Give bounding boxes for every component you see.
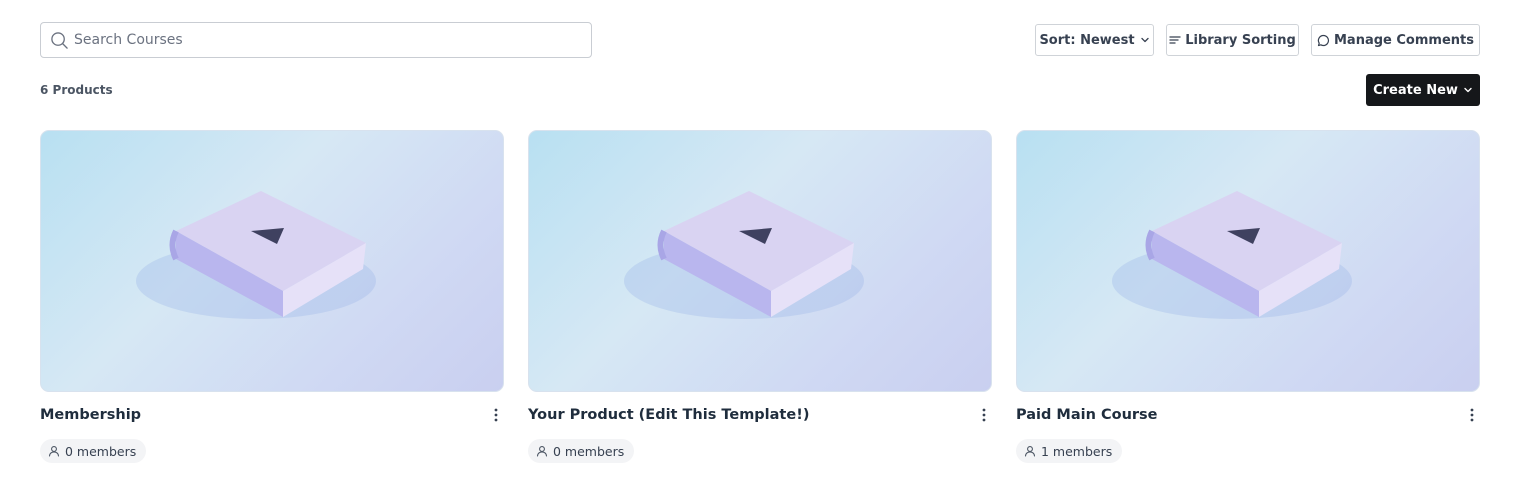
sort-button[interactable]: Sort: Newest: [1035, 24, 1154, 56]
more-vertical-icon[interactable]: [1464, 405, 1480, 425]
members-badge: 0 members: [528, 439, 635, 463]
products-page: Sort: Newest Library Sorting Manage Comm…: [0, 0, 1514, 477]
members-badge: 1 members: [1016, 439, 1123, 463]
search-icon: [51, 31, 68, 49]
chat-bubble-icon: [1317, 34, 1330, 46]
chevron-down-icon: [1140, 37, 1149, 43]
user-icon: [48, 446, 60, 457]
user-icon: [536, 446, 548, 457]
product-count: 6 Products: [40, 83, 113, 97]
card-title-row: Paid Main Course: [1016, 405, 1480, 425]
members-badge: 0 members: [40, 439, 147, 463]
product-thumbnail[interactable]: [528, 130, 992, 392]
product-title[interactable]: Your Product (Edit This Template!): [528, 407, 809, 423]
product-title[interactable]: Paid Main Course: [1016, 407, 1158, 423]
members-count: 0 members: [65, 443, 137, 459]
sort-label: Sort: Newest: [1039, 32, 1135, 48]
search-box[interactable]: [40, 22, 592, 58]
book-illustration: [624, 191, 864, 319]
card-title-row: Membership: [40, 405, 504, 425]
members-count: 1 members: [1041, 443, 1113, 459]
more-vertical-icon[interactable]: [488, 405, 504, 425]
members-count: 0 members: [553, 443, 625, 459]
chevron-down-icon: [1464, 87, 1472, 93]
manage-comments-label: Manage Comments: [1334, 32, 1474, 48]
user-icon: [1024, 446, 1036, 457]
list-lines-icon: [1169, 36, 1181, 44]
library-sorting-label: Library Sorting: [1185, 32, 1296, 48]
product-thumbnail[interactable]: [1016, 130, 1480, 392]
more-vertical-icon[interactable]: [976, 405, 992, 425]
card-title-row: Your Product (Edit This Template!): [528, 405, 992, 425]
create-new-label: Create New: [1373, 82, 1458, 98]
library-sorting-button[interactable]: Library Sorting: [1166, 24, 1299, 56]
book-illustration: [1112, 191, 1352, 319]
search-input[interactable]: [74, 32, 554, 48]
book-illustration: [136, 191, 376, 319]
manage-comments-button[interactable]: Manage Comments: [1311, 24, 1480, 56]
product-card[interactable]: Membership 0 members: [40, 130, 504, 463]
product-title[interactable]: Membership: [40, 407, 141, 423]
product-thumbnail[interactable]: [40, 130, 504, 392]
product-card[interactable]: Your Product (Edit This Template!) 0 mem…: [528, 130, 992, 463]
product-card[interactable]: Paid Main Course 1 members: [1016, 130, 1480, 463]
create-new-button[interactable]: Create New: [1366, 74, 1480, 106]
